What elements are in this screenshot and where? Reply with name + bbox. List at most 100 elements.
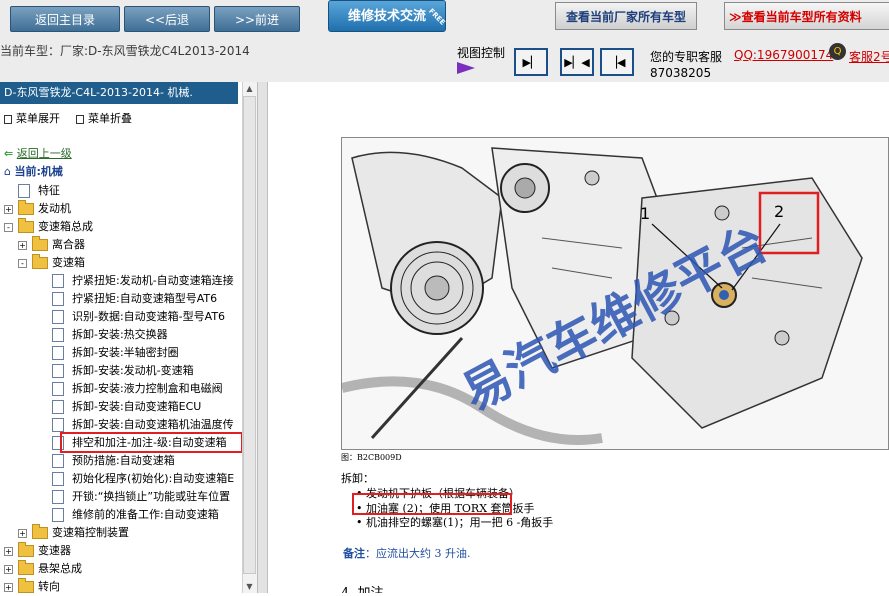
tree-page-item[interactable]: 初始化程序(初始化):自动变速箱E (52, 470, 234, 488)
bullet-3: • 机油排空的螺塞(1)；用一把 6 -角扳手 (356, 516, 554, 529)
top-toolbar: 返回主目录 <<后退 >>前进 维修技术交流 FREE 查看当前厂家所有车型 ≫… (0, 0, 889, 38)
right-arrow-icon: ▶▏ (522, 55, 540, 69)
document-icon (52, 400, 64, 414)
document-icon (52, 454, 64, 468)
folder-icon (32, 236, 48, 251)
tree-item-label: 变速箱 (52, 256, 85, 269)
tree-item-label: 拆卸-安装:液力控制盒和电磁阀 (72, 382, 223, 395)
bullet-3-text: 机油排空的螺塞(1)；用一把 6 -角扳手 (366, 516, 554, 529)
tech-exchange-label: 维修技术交流 (347, 9, 426, 24)
breadcrumb: D-东风雪铁龙-C4L-2013-2014- 机械. (0, 82, 238, 104)
tree-page-item[interactable]: 拆卸-安装:液力控制盒和电磁阀 (52, 380, 223, 398)
view-split-button[interactable]: ▶▏◀ (560, 48, 594, 76)
tree-item-label: 变速箱总成 (38, 220, 93, 233)
back-up-link[interactable]: ⇐ 返回上一级 (4, 145, 72, 163)
tree-page-item[interactable]: 特征 (18, 182, 60, 200)
tree-item-label: 识别-数据:自动变速箱-型号AT6 (72, 310, 226, 323)
tree-toggle-icon[interactable]: + (4, 547, 13, 556)
tree-page-item[interactable]: 开锁:“换挡锁止”功能或驻车位置 (52, 488, 230, 506)
document-icon (52, 346, 64, 360)
menu-expand-label: 菜单展开 (16, 112, 60, 125)
current-model-label: 当前车型：厂家:D-东风雪铁龙C4L2013-2014 (0, 44, 250, 58)
tree-item-label: 拧紧扭矩:自动变速箱型号AT6 (72, 292, 218, 305)
tree-folder-item[interactable]: 变速箱控制装置 (32, 524, 129, 542)
tree-item-label: 拆卸-安装:发动机-变速箱 (72, 364, 194, 377)
tree-folder-item[interactable]: 转向 (18, 578, 60, 596)
tree-page-item[interactable]: 拆卸-安装:热交换器 (52, 326, 168, 344)
document-icon (18, 184, 30, 198)
pane-splitter[interactable] (257, 82, 268, 593)
next-section-heading: 4. 加注 (341, 582, 384, 593)
document-icon (52, 310, 64, 324)
scrollbar-thumb[interactable] (243, 96, 256, 574)
tree-toggle-icon[interactable]: - (4, 223, 13, 232)
folder-icon (32, 254, 48, 269)
tree-page-item[interactable]: 维修前的准备工作:自动变速箱 (52, 506, 219, 524)
tree-item-label: 变速器 (38, 544, 71, 557)
all-model-data-button[interactable]: ≫查看当前车型所有资料 (724, 2, 889, 30)
current-node-label: 当前:机械 (14, 165, 63, 178)
qq-link[interactable]: QQ:1967900174 (734, 48, 833, 62)
tree-toggle-icon[interactable]: + (4, 205, 13, 214)
document-icon (52, 508, 64, 522)
document-icon (52, 418, 64, 432)
tree-item-label: 预防措施:自动变速箱 (72, 454, 175, 467)
scroll-up-icon[interactable]: ▲ (243, 82, 256, 95)
tree-item-label: 变速箱控制装置 (52, 526, 129, 539)
back-arrow-icon: ⇐ (4, 147, 14, 160)
manufacturer-models-button[interactable]: 查看当前厂家所有车型 (555, 2, 697, 30)
figure-caption: 图：B2CB009D (341, 453, 402, 462)
scroll-down-icon[interactable]: ▼ (243, 580, 256, 593)
document-icon (52, 382, 64, 396)
document-icon (52, 328, 64, 342)
tree-page-item[interactable]: 拆卸-安装:发动机-变速箱 (52, 362, 194, 380)
home-icon: ⌂ (4, 165, 11, 178)
service-label: 您的专职客服 (650, 50, 723, 64)
current-node: ⌂ 当前:机械 (4, 163, 63, 181)
tree-folder-item[interactable]: 变速器 (18, 542, 71, 560)
tree-item-label: 初始化程序(初始化):自动变速箱E (72, 472, 235, 485)
view-arrow-icon (457, 62, 475, 74)
tree-toggle-icon[interactable]: + (18, 529, 27, 538)
menu-collapse-button[interactable]: 菜单折叠 (76, 110, 132, 126)
tree-folder-item[interactable]: 变速箱 (32, 254, 85, 272)
tree-page-item[interactable]: 拧紧扭矩:自动变速箱型号AT6 (52, 290, 217, 308)
tech-exchange-button[interactable]: 维修技术交流 FREE (328, 0, 447, 32)
tree-page-item[interactable]: 识别-数据:自动变速箱-型号AT6 (52, 308, 225, 326)
tree-folder-item[interactable]: 离合器 (32, 236, 85, 254)
selected-item-highlight (60, 432, 243, 453)
back-up-label: 返回上一级 (16, 147, 72, 160)
menu-expand-button[interactable]: 菜单展开 (4, 110, 60, 126)
tree-item-label: 拆卸-安装:半轴密封圈 (72, 346, 179, 359)
tree-folder-item[interactable]: 悬架总成 (18, 560, 82, 578)
tree-page-item[interactable]: 拧紧扭矩:发动机-自动变速箱连接 (52, 272, 234, 290)
tree-toggle-icon[interactable]: + (4, 583, 13, 592)
folder-icon (18, 218, 34, 233)
tree-item-label: 拆卸-安装:热交换器 (72, 328, 168, 341)
view-right-pane-button[interactable]: ▕◀ (600, 48, 634, 76)
qq-penguin-icon: Q (829, 43, 846, 60)
back-home-button[interactable]: 返回主目录 (10, 6, 120, 32)
tree-toggle-icon[interactable]: + (18, 241, 27, 250)
tree-folder-item[interactable]: 变速箱总成 (18, 218, 93, 236)
tree-page-item[interactable]: 拆卸-安装:自动变速箱ECU (52, 398, 201, 416)
tree-item-label: 悬架总成 (38, 562, 82, 575)
service2-link[interactable]: 客服2号 (849, 48, 889, 65)
document-icon (52, 292, 64, 306)
tree-page-item[interactable]: 预防措施:自动变速箱 (52, 452, 175, 470)
collapse-icon (76, 114, 84, 124)
tree-toggle-icon[interactable]: + (4, 565, 13, 574)
back-button[interactable]: <<后退 (124, 6, 210, 32)
note-text: ：应流出大约 3 升油. (365, 547, 471, 560)
forward-button[interactable]: >>前进 (214, 6, 300, 32)
tree-item-label: 拆卸-安装:自动变速箱ECU (72, 400, 202, 413)
tree-page-item[interactable]: 拆卸-安装:半轴密封圈 (52, 344, 179, 362)
document-icon (52, 274, 64, 288)
phone-number: 87038205 (650, 66, 712, 80)
document-icon (52, 472, 64, 486)
tree-toggle-icon[interactable]: - (18, 259, 27, 268)
tree-item-label: 开锁:“换挡锁止”功能或驻车位置 (72, 490, 231, 503)
status-bar: 当前车型：厂家:D-东风雪铁龙C4L2013-2014 视图控制 ▶▏ ▶▏◀ … (0, 38, 889, 82)
view-left-pane-button[interactable]: ▶▏ (514, 48, 548, 76)
tree-folder-item[interactable]: 发动机 (18, 200, 71, 218)
